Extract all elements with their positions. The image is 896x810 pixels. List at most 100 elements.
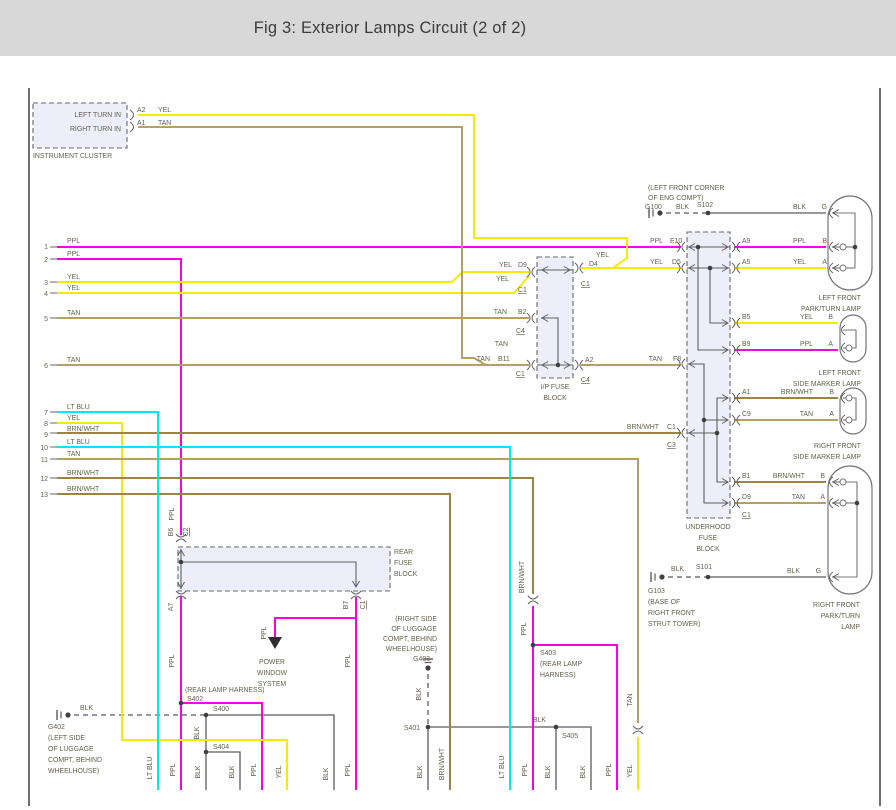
diagram-label: 1	[44, 244, 48, 251]
diagram-label: TAN	[158, 120, 171, 127]
diagram-label: D9	[742, 494, 751, 501]
diagram-label: PPL	[170, 763, 177, 776]
diagram-label: A1	[742, 389, 751, 396]
diagram-label: TAN	[477, 356, 490, 363]
splice-dot	[554, 725, 559, 730]
diagram-label: BRN/WHT	[627, 424, 660, 431]
diagram-label: YEL	[650, 259, 663, 266]
terminal-arc	[682, 263, 685, 273]
diagram-label: A2	[137, 107, 146, 114]
power-window-arrow-icon	[268, 637, 282, 649]
diagram-label: BLK	[580, 765, 587, 778]
diagram-label: (RIGHT SIDE	[395, 616, 437, 623]
splice-dot	[702, 418, 707, 423]
ground-icon	[425, 665, 430, 670]
diagram-label: A	[828, 341, 833, 348]
diagram-label: A1	[137, 120, 146, 127]
splice-dot	[204, 750, 209, 755]
diagram-svg: LEFT TURN INRIGHT TURN ININSTRUMENT CLUS…	[0, 0, 896, 810]
underhood-fuse-block	[687, 232, 730, 518]
diagram-label: BRN/WHT	[439, 747, 446, 780]
diagram-label: G103	[648, 588, 665, 595]
terminal-arc	[732, 318, 735, 328]
terminal-arc	[732, 242, 735, 252]
diagram-label: C9	[742, 411, 751, 418]
diagram-label: TAN	[495, 341, 508, 348]
wire-yel	[57, 272, 529, 282]
diagram-label: G	[822, 204, 827, 211]
diagram-label: LEFT TURN IN	[75, 112, 121, 119]
diagram-label: G402	[48, 724, 65, 731]
diagram-label: S102	[697, 202, 713, 209]
right-front-side-marker-lamp	[840, 388, 866, 434]
diagram-label: 4	[44, 291, 48, 298]
diagram-label: BRN/WHT	[781, 389, 814, 396]
diagram-label: YEL	[67, 274, 80, 281]
diagram-label: BLK	[671, 566, 684, 573]
diagram-label: B	[829, 389, 834, 396]
splice-dot	[706, 575, 711, 580]
diagram-label: BLK	[676, 204, 689, 211]
terminal-arc	[732, 498, 735, 508]
splice-dot	[556, 363, 561, 368]
diagram-label: A5	[742, 259, 751, 266]
diagram-label: BLOCK	[543, 395, 567, 402]
terminal-arc	[682, 428, 685, 438]
terminal-arc	[732, 415, 735, 425]
splice-dot	[179, 560, 184, 565]
diagram-label: RIGHT FRONT	[648, 610, 696, 617]
diagram-label: BLOCK	[394, 571, 418, 578]
diagram-label: A	[822, 259, 827, 266]
diagram-label: BLK	[545, 765, 552, 778]
diagram-label: BLK	[533, 717, 546, 724]
diagram-label: G403	[413, 656, 430, 663]
diagram-label: BRN/WHT	[519, 560, 526, 593]
diagram-label: YEL	[627, 764, 634, 777]
diagram-label: 3	[44, 280, 48, 287]
diagram-label: (REAR LAMP HARNESS)	[185, 687, 265, 694]
diagram-label: 5	[44, 316, 48, 323]
diagram-label: B1	[742, 473, 751, 480]
terminal-arc	[682, 359, 685, 369]
diagram-label: PPL	[345, 654, 352, 667]
diagram-label: YEL	[800, 314, 813, 321]
diagram-label: (BASE OF	[648, 599, 680, 606]
diagram-label: RIGHT FRONT	[813, 602, 861, 609]
diagram-label: 8	[44, 421, 48, 428]
diagram-label: PPL	[169, 507, 176, 520]
wire-lb	[57, 412, 158, 790]
diagram-label: PPL	[650, 238, 663, 245]
ground-icon	[65, 712, 70, 717]
splice-dot	[204, 713, 209, 718]
diagram-label: C4	[581, 377, 590, 384]
diagram-label: REAR	[394, 549, 413, 556]
diagram-label: BLK	[787, 568, 800, 575]
diagram-label: (LEFT FRONT CORNER	[648, 185, 724, 192]
diagram-label: C1	[518, 287, 527, 294]
diagram-label: D9	[518, 262, 527, 269]
terminal-arc	[130, 110, 134, 120]
diagram-label: TAN	[649, 356, 662, 363]
diagram-label: YEL	[499, 262, 512, 269]
diagram-label: PPL	[606, 763, 613, 776]
diagram-label: TAN	[67, 357, 80, 364]
diagram-label: C1	[360, 600, 367, 609]
diagram-label: SIDE MARKER LAMP	[793, 454, 862, 461]
terminal-arc	[532, 360, 535, 370]
diagram-label: PPL	[261, 626, 268, 639]
diagram-label: LT BLU	[67, 404, 90, 411]
diagram-label: UNDERHOOD	[685, 524, 730, 531]
diagram-label: 2	[44, 257, 48, 264]
diagram-label: TAN	[792, 494, 805, 501]
diagram-label: BLK	[417, 765, 424, 778]
diagram-label: B	[822, 238, 827, 245]
diagram-label: S401	[404, 725, 420, 732]
diagram-label: WINDOW	[257, 670, 288, 677]
diagram-label: S101	[696, 564, 712, 571]
diagram-label: S400	[213, 706, 229, 713]
diagram-label: C4	[516, 328, 525, 335]
diagram-label: C1	[516, 371, 525, 378]
diagram-label: BLK	[229, 765, 236, 778]
terminal-arc	[732, 263, 735, 273]
diagram-label: PPL	[67, 251, 80, 258]
